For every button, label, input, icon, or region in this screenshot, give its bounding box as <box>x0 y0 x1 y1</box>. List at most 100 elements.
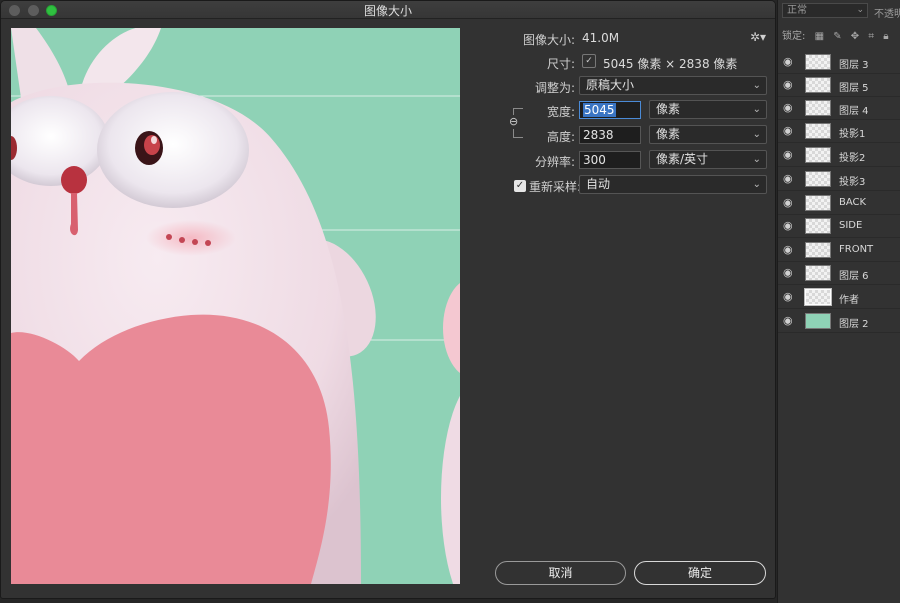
layer-name: 图层 2 <box>839 319 869 330</box>
height-value: 2838 <box>583 128 614 142</box>
layer-name: BACK <box>839 197 867 208</box>
eye-icon[interactable]: ◉ <box>783 290 793 303</box>
eye-icon[interactable]: ◉ <box>783 314 793 327</box>
eye-icon[interactable]: ◉ <box>783 78 793 91</box>
resample-checkbox[interactable]: ✓ <box>514 180 526 192</box>
lock-artboard-icon[interactable]: ⌗ <box>868 31 874 42</box>
layer-thumbnail <box>805 77 831 93</box>
dialog-title: 图像大小 <box>363 4 412 18</box>
layer-thumbnail <box>805 313 831 329</box>
layer-name: 作者 <box>839 295 859 306</box>
lock-all-icon[interactable]: 🔒︎ <box>883 31 888 42</box>
layer-row[interactable]: ◉ FRONT <box>778 239 900 262</box>
width-value: 5045 <box>583 103 616 117</box>
lock-paint-icon[interactable]: ✎ <box>833 31 841 42</box>
chevron-down-icon: ⌄ <box>856 5 864 15</box>
layer-row[interactable]: ◉ BACK <box>778 192 900 215</box>
image-size-label: 图像大小: <box>522 33 575 47</box>
layer-name: 投影2 <box>839 153 866 164</box>
link-icon[interactable]: ⊖ <box>509 115 518 129</box>
title-bar[interactable]: 图像大小 <box>1 1 775 19</box>
resample-label: 重新采样: <box>529 180 582 194</box>
layer-name: 图层 3 <box>839 60 869 71</box>
layer-row[interactable]: ◉ 投影1 <box>778 120 900 143</box>
lock-row: 锁定: ▦ ✎ ✥ ⌗ 🔒︎ <box>782 27 895 43</box>
layer-thumbnail <box>805 147 831 163</box>
eye-icon[interactable]: ◉ <box>783 124 793 137</box>
width-unit-value: 像素 <box>656 102 681 116</box>
lock-transparent-icon[interactable]: ▦ <box>815 31 824 42</box>
image-preview[interactable] <box>11 28 460 584</box>
chevron-down-icon: ⌄ <box>752 179 761 190</box>
image-size-dialog: 图像大小 图像大小: 41.0M ✲▾ 尺寸: ✓ 5045 像素 × 2838… <box>0 0 776 599</box>
layer-thumbnail <box>805 100 831 116</box>
chevron-down-icon: ⌄ <box>752 80 761 91</box>
blend-mode-value: 正常 <box>787 5 807 16</box>
layer-name: 图层 6 <box>839 271 869 282</box>
height-label: 高度: <box>546 130 575 144</box>
fit-to-value: 原稿大小 <box>586 78 635 92</box>
height-unit-value: 像素 <box>656 127 681 141</box>
rabbit-illustration <box>11 28 460 584</box>
layer-thumbnail <box>805 171 831 187</box>
layer-name: SIDE <box>839 220 863 231</box>
chevron-down-icon: ⌄ <box>752 104 761 115</box>
eye-icon[interactable]: ◉ <box>783 172 793 185</box>
layer-row[interactable]: ◉ 图层 6 <box>778 262 900 285</box>
layer-thumbnail <box>805 265 831 281</box>
layer-row[interactable]: ◉ 图层 2 <box>778 310 900 333</box>
resample-value: 自动 <box>586 177 611 191</box>
fit-to-label: 调整为: <box>534 81 575 95</box>
layer-row[interactable]: ◉ 图层 3 <box>778 51 900 74</box>
layer-name: 图层 4 <box>839 106 869 117</box>
fit-to-select[interactable]: 原稿大小 ⌄ <box>579 76 767 95</box>
resolution-label: 分辨率: <box>534 155 575 169</box>
layer-row[interactable]: ◉ 投影2 <box>778 144 900 167</box>
resolution-value: 300 <box>583 153 606 167</box>
layer-row[interactable]: ◉ 投影3 <box>778 168 900 191</box>
lock-position-icon[interactable]: ✥ <box>851 31 859 42</box>
eye-icon[interactable]: ◉ <box>783 148 793 161</box>
blend-mode-select[interactable]: 正常 ⌄ <box>782 3 868 18</box>
layer-row[interactable]: ◉ SIDE <box>778 215 900 238</box>
height-unit-select[interactable]: 像素 ⌄ <box>649 125 767 144</box>
layer-name: 图层 5 <box>839 83 869 94</box>
eye-icon[interactable]: ◉ <box>783 55 793 68</box>
layer-thumbnail <box>805 218 831 234</box>
width-unit-select[interactable]: 像素 ⌄ <box>649 100 767 119</box>
dimensions-label: 尺寸: <box>546 57 575 71</box>
layer-thumbnail <box>805 123 831 139</box>
layer-thumbnail <box>804 288 832 306</box>
dimensions-value: 5045 像素 × 2838 像素 <box>603 57 738 71</box>
layers-panel: 正常 ⌄ 不透明 锁定: ▦ ✎ ✥ ⌗ 🔒︎ ◉ 图层 3 ◉ 图层 5 ◉ … <box>777 0 900 603</box>
layer-name: FRONT <box>839 244 874 255</box>
layer-name: 投影3 <box>839 177 866 188</box>
chevron-down-icon: ⌄ <box>752 154 761 165</box>
layer-thumbnail <box>805 195 831 211</box>
chevron-down-icon: ⌄ <box>752 129 761 140</box>
resolution-unit-select[interactable]: 像素/英寸 ⌄ <box>649 150 767 169</box>
width-input[interactable]: 5045 <box>579 101 641 119</box>
resolution-input[interactable]: 300 <box>579 151 641 169</box>
layer-thumbnail <box>805 242 831 258</box>
opacity-label: 不透明 <box>874 9 900 20</box>
resolution-unit-value: 像素/英寸 <box>656 152 709 166</box>
chevron-down-icon[interactable]: ✓ <box>582 54 596 68</box>
eye-icon[interactable]: ◉ <box>783 101 793 114</box>
width-label: 宽度: <box>546 105 575 119</box>
eye-icon[interactable]: ◉ <box>783 266 793 279</box>
ok-button[interactable]: 确定 <box>634 561 766 585</box>
layer-row[interactable]: ◉ 图层 5 <box>778 74 900 97</box>
cancel-button[interactable]: 取消 <box>495 561 626 585</box>
gear-icon[interactable]: ✲▾ <box>750 30 766 44</box>
image-size-value: 41.0M <box>582 31 620 45</box>
layer-row[interactable]: ◉ 作者 <box>778 286 900 309</box>
layer-row[interactable]: ◉ 图层 4 <box>778 97 900 120</box>
height-input[interactable]: 2838 <box>579 126 641 144</box>
eye-icon[interactable]: ◉ <box>783 219 793 232</box>
eye-icon[interactable]: ◉ <box>783 196 793 209</box>
resample-select[interactable]: 自动 ⌄ <box>579 175 767 194</box>
eye-icon[interactable]: ◉ <box>783 243 793 256</box>
lock-label: 锁定: <box>782 31 806 42</box>
layer-name: 投影1 <box>839 129 866 140</box>
